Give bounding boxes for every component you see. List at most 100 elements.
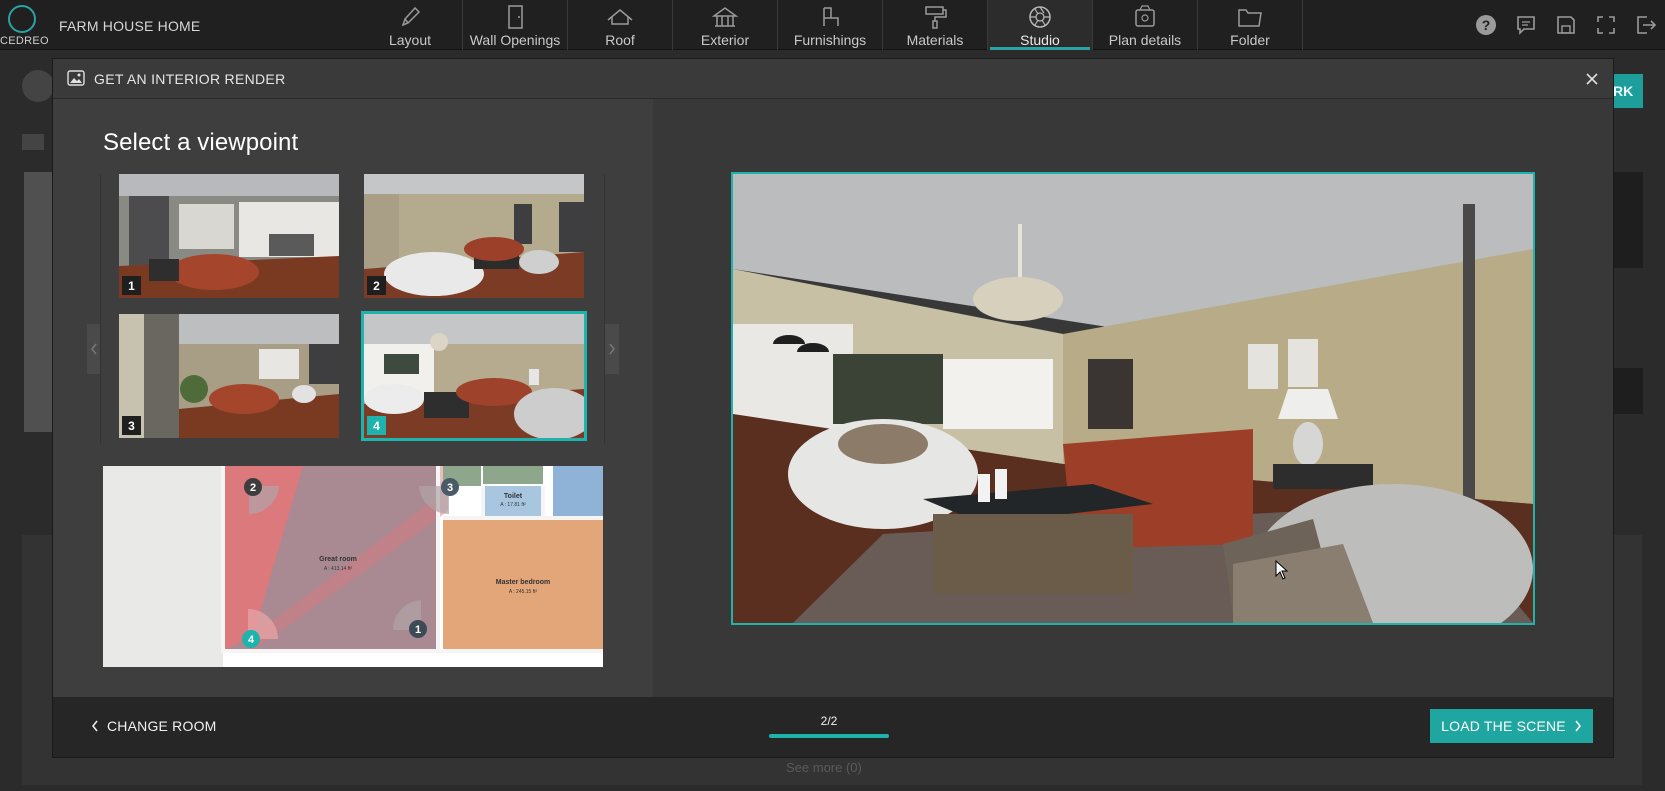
cedreo-logo[interactable]: CEDREO	[0, 2, 50, 48]
change-room-label: CHANGE ROOM	[107, 718, 217, 734]
help-icon[interactable]: ?	[1473, 12, 1499, 38]
viewpoint-heading: Select a viewpoint	[103, 129, 299, 156]
viewpoint-number-badge: 4	[367, 416, 386, 435]
room-label-toilet: Toilet	[504, 493, 523, 500]
viewpoint-thumb-3[interactable]: 3	[119, 314, 339, 438]
load-the-scene-button[interactable]: LOAD THE SCENE	[1430, 709, 1593, 743]
viewpoint-image	[119, 314, 339, 438]
save-icon[interactable]	[1553, 12, 1579, 38]
carousel-next-button[interactable]	[605, 324, 619, 374]
camera-aperture-icon	[1029, 6, 1051, 28]
dialog-title: GET AN INTERIOR RENDER	[94, 71, 286, 87]
interior-render-dialog: GET AN INTERIOR RENDER Select a viewpoin…	[53, 59, 1613, 757]
render-preview	[731, 172, 1535, 625]
plan-marker-label: 1	[415, 624, 421, 636]
nav-roof[interactable]: Roof	[568, 0, 673, 50]
change-room-button[interactable]: CHANGE ROOM	[91, 718, 217, 734]
carousel-prev-button[interactable]	[87, 324, 101, 374]
nav-exterior[interactable]: Exterior	[673, 0, 778, 50]
nav-label: Studio	[1020, 32, 1060, 48]
comment-icon[interactable]	[1513, 12, 1539, 38]
chair-icon	[823, 7, 839, 26]
viewpoint-thumb-1[interactable]: 1	[119, 174, 339, 298]
close-button[interactable]	[1581, 68, 1603, 90]
plan-marker-1[interactable]: 1	[409, 620, 427, 638]
nav-studio[interactable]: Studio	[988, 0, 1093, 50]
step-progress-bar	[769, 734, 889, 738]
viewpoint-image	[364, 314, 584, 438]
viewpoint-number-badge: 2	[367, 276, 386, 295]
roof-icon	[607, 9, 633, 25]
logo-text: CEDREO	[0, 35, 49, 47]
plan-details-icon	[1135, 5, 1155, 27]
dialog-header: GET AN INTERIOR RENDER	[53, 59, 1613, 99]
chevron-right-icon	[609, 343, 615, 355]
top-right-actions: ?	[1473, 0, 1665, 50]
viewpoint-grid: 1 2 3 4	[100, 174, 605, 444]
viewpoint-image	[364, 174, 584, 298]
nav-label: Exterior	[700, 32, 750, 48]
room-label-great-room: Great room	[319, 556, 357, 563]
svg-text:?: ?	[1482, 17, 1491, 33]
viewpoint-thumb-4[interactable]: 4	[364, 314, 584, 438]
nav-folder[interactable]: Folder	[1198, 0, 1303, 50]
step-indicator: 2/2	[820, 714, 838, 728]
plan-marker-4[interactable]: 4	[242, 630, 260, 648]
background-teal-button-label: RK	[1613, 83, 1634, 99]
background-studio-icon	[22, 70, 54, 102]
nav-furnishings[interactable]: Furnishings	[778, 0, 883, 50]
logout-icon[interactable]	[1633, 12, 1659, 38]
room-label-master-bedroom: Master bedroom	[496, 579, 550, 586]
nav-label: Wall Openings	[469, 32, 561, 48]
nav-label: Materials	[906, 32, 964, 48]
pencil-icon	[401, 6, 421, 27]
chevron-right-icon	[1575, 720, 1581, 732]
nav-label: Folder	[1230, 32, 1270, 48]
nav-plan-details[interactable]: Plan details	[1093, 0, 1198, 50]
plan-marker-label: 4	[248, 634, 255, 646]
logo-mark-icon	[8, 5, 36, 33]
plan-marker-2[interactable]: 2	[244, 478, 262, 496]
chevron-left-icon	[91, 343, 97, 355]
room-area-master-bedroom: A : 245.15 ft²	[509, 589, 538, 595]
floor-plan-drawing: 2 3 1 4 Great room A : 413.14 ft² Master	[103, 466, 603, 667]
folder-icon	[1238, 9, 1262, 27]
background-right-image	[1613, 172, 1643, 268]
render-preview-image	[733, 174, 1533, 623]
viewpoint-number-badge: 3	[122, 416, 141, 435]
floor-plan[interactable]: 2 3 1 4 Great room A : 413.14 ft² Master	[103, 466, 603, 667]
fullscreen-icon[interactable]	[1593, 12, 1619, 38]
nav-label: Layout	[388, 32, 432, 48]
chevron-left-icon	[92, 720, 98, 732]
plan-marker-3[interactable]: 3	[441, 478, 459, 496]
load-the-scene-label: LOAD THE SCENE	[1441, 718, 1566, 734]
gazebo-icon	[711, 7, 739, 27]
nav-layout[interactable]: Layout	[358, 0, 463, 50]
mouse-cursor-icon	[1275, 560, 1289, 580]
background-right-image	[1613, 368, 1643, 414]
background-camera-icon	[22, 134, 44, 150]
image-icon	[67, 70, 85, 86]
nav-materials[interactable]: Materials	[883, 0, 988, 50]
door-icon	[508, 5, 523, 29]
room-area-great-room: A : 413.14 ft²	[324, 566, 353, 572]
room-area-toilet: A : 17.81 ft²	[500, 502, 526, 508]
nav-wall-openings[interactable]: Wall Openings	[463, 0, 568, 50]
background-see-more: See more (0)	[786, 760, 862, 775]
plan-marker-label: 2	[250, 482, 256, 494]
plan-marker-label: 3	[447, 482, 453, 494]
background-teal-button: RK	[1613, 74, 1643, 108]
close-icon	[1586, 73, 1598, 85]
top-toolbar: CEDREO FARM HOUSE HOME Layout Wall Openi…	[0, 0, 1665, 50]
nav-label: Furnishings	[793, 32, 867, 48]
dialog-footer: CHANGE ROOM 2/2 LOAD THE SCENE	[53, 697, 1613, 757]
viewpoint-number-badge: 1	[122, 276, 141, 295]
paint-roller-icon	[925, 6, 947, 29]
viewpoint-panel: Select a viewpoint 1 2 3 4 2 3 1 4 Great…	[53, 99, 653, 697]
project-name[interactable]: FARM HOUSE HOME	[59, 18, 200, 34]
viewpoint-image	[119, 174, 339, 298]
nav-label: Roof	[605, 32, 635, 48]
nav-label: Plan details	[1108, 32, 1182, 48]
render-preview-panel	[653, 99, 1613, 697]
viewpoint-thumb-2[interactable]: 2	[364, 174, 584, 298]
